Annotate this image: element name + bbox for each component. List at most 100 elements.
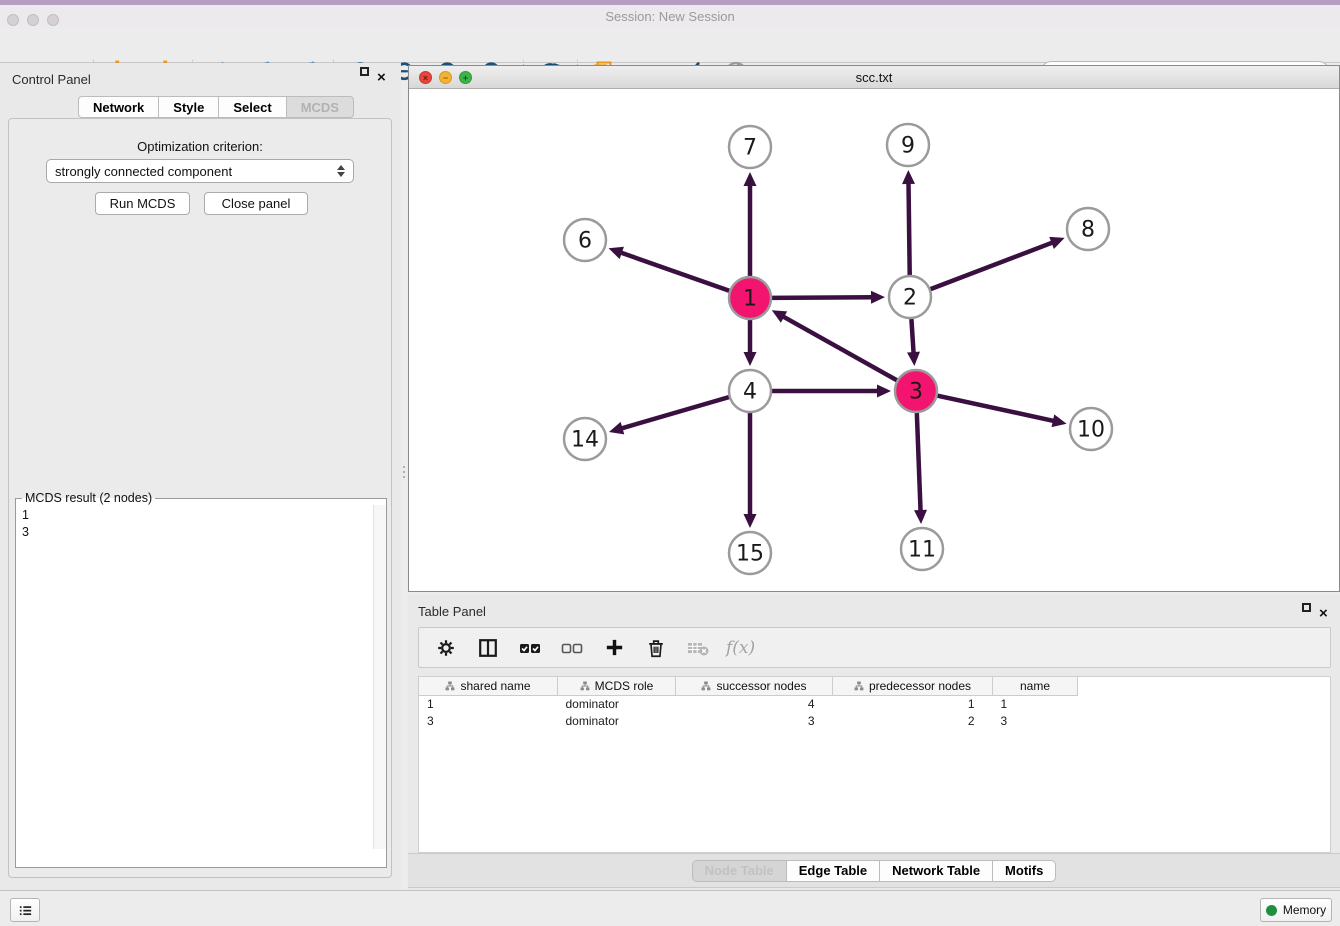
table-header-row: shared name MCDS role successor nodes pr… [419, 677, 1331, 696]
column-header-mcds-role[interactable]: MCDS role [558, 677, 676, 696]
status-bar: Memory [0, 890, 1340, 926]
graph-edge[interactable] [620, 252, 729, 290]
graph-node-label: 11 [908, 537, 936, 562]
tab-edge-table[interactable]: Edge Table [786, 860, 879, 882]
control-panel: Control Panel × Network Style Select MCD… [0, 63, 401, 890]
graph-edge-arrowhead [877, 385, 891, 398]
dropdown-stepper-icon [337, 165, 345, 177]
tab-node-table[interactable]: Node Table [692, 860, 786, 882]
column-header-successor-nodes[interactable]: successor nodes [676, 677, 833, 696]
namespace-icon [445, 681, 455, 691]
unchecked-boxes-icon [560, 636, 584, 660]
graph-node-label: 14 [571, 427, 599, 452]
cell-mcds-role[interactable]: dominator [558, 713, 676, 730]
panel-divider-grip[interactable] [401, 460, 407, 484]
application-window: Session: New Session [0, 0, 1340, 926]
result-scrollbar[interactable] [373, 505, 386, 849]
graph-edge[interactable] [782, 316, 897, 380]
gear-icon [435, 637, 457, 659]
network-view-window: × − + scc.txt 7968124314101511 [408, 65, 1340, 592]
cell-name[interactable]: 1 [993, 696, 1078, 713]
cell-name[interactable]: 3 [993, 713, 1078, 730]
mcds-result-list: 1 3 [16, 505, 373, 849]
mcds-tab-content: Optimization criterion: strongly connect… [8, 118, 392, 878]
delete-columns-button[interactable] [642, 634, 670, 662]
column-header-predecessor-nodes[interactable]: predecessor nodes [833, 677, 993, 696]
window-titlebar: Session: New Session [0, 5, 1340, 28]
network-graph[interactable]: 7968124314101511 [409, 89, 1339, 591]
close-panel-button[interactable]: Close panel [204, 192, 308, 215]
window-title: Session: New Session [0, 9, 1340, 24]
table-panel: Table Panel × [408, 595, 1340, 890]
cell-shared-name[interactable]: 3 [419, 713, 558, 730]
table-settings-button[interactable] [432, 634, 460, 662]
control-panel-tabs: Network Style Select MCDS [78, 96, 354, 118]
checked-boxes-icon [518, 636, 542, 660]
graph-edge[interactable] [937, 396, 1054, 421]
tab-style[interactable]: Style [158, 96, 218, 118]
graph-edge[interactable] [908, 182, 909, 275]
graph-node-label: 6 [578, 228, 592, 253]
show-panels-button[interactable] [10, 898, 40, 922]
tab-network[interactable]: Network [78, 96, 158, 118]
table-tabs: Node Table Edge Table Network Table Moti… [408, 853, 1340, 888]
delete-table-button[interactable] [684, 634, 712, 662]
graph-edge[interactable] [931, 242, 1054, 289]
memory-button[interactable]: Memory [1260, 898, 1332, 922]
create-new-column-button[interactable] [600, 634, 628, 662]
graph-node-label: 4 [743, 379, 757, 404]
cell-mcds-role[interactable]: dominator [558, 696, 676, 713]
graph-edge-arrowhead [902, 170, 915, 184]
float-panel-icon[interactable] [360, 67, 369, 76]
close-panel-icon[interactable]: × [377, 70, 386, 86]
graph-edge-arrowhead [914, 510, 927, 524]
close-panel-icon[interactable]: × [1319, 606, 1328, 622]
select-all-columns-button[interactable] [516, 634, 544, 662]
tab-mcds[interactable]: MCDS [286, 96, 354, 118]
graph-node-label: 1 [743, 286, 757, 311]
run-mcds-button[interactable]: Run MCDS [95, 192, 190, 215]
graph-edge[interactable] [917, 413, 921, 512]
table-row: 1 dominator 4 1 1 [419, 696, 1331, 713]
graph-edge[interactable] [772, 297, 873, 298]
float-panel-icon[interactable] [1302, 603, 1311, 612]
toggle-column-view-button[interactable] [474, 634, 502, 662]
control-panel-header: Control Panel × [0, 63, 401, 95]
function-builder-button[interactable]: f(x) [726, 638, 755, 658]
table-panel-title: Table Panel [418, 604, 486, 619]
graph-edge-arrowhead [871, 291, 885, 304]
columns-icon [477, 637, 499, 659]
memory-label: Memory [1283, 903, 1326, 917]
mcds-result-box: MCDS result (2 nodes) 1 3 [15, 491, 387, 868]
main-toolbar [0, 28, 1340, 63]
mcds-result-node: 3 [22, 524, 367, 541]
graph-edge[interactable] [621, 397, 729, 429]
graph-edge[interactable] [911, 319, 913, 354]
tab-select[interactable]: Select [218, 96, 285, 118]
trash-icon [645, 637, 667, 659]
cell-shared-name[interactable]: 1 [419, 696, 558, 713]
namespace-icon [580, 681, 590, 691]
graph-edge-arrowhead [744, 514, 757, 528]
tab-network-table[interactable]: Network Table [879, 860, 992, 882]
graph-node-label: 15 [736, 541, 764, 566]
graph-edge-arrowhead [609, 247, 624, 259]
table-toolbar: f(x) [418, 627, 1331, 668]
column-header-shared-name[interactable]: shared name [419, 677, 558, 696]
tab-motifs[interactable]: Motifs [992, 860, 1056, 882]
graph-edge-arrowhead [744, 352, 757, 366]
graph-edge-arrowhead [907, 352, 920, 366]
column-header-name[interactable]: name [993, 677, 1078, 696]
graph-edge-arrowhead [1052, 414, 1067, 427]
cell-successor-nodes[interactable]: 4 [676, 696, 833, 713]
cell-predecessor-nodes[interactable]: 2 [833, 713, 993, 730]
graph-node-label: 8 [1081, 217, 1095, 242]
mcds-result-title: MCDS result (2 nodes) [22, 491, 155, 505]
cell-predecessor-nodes[interactable]: 1 [833, 696, 993, 713]
optimization-criterion-select[interactable]: strongly connected component [46, 159, 354, 183]
namespace-icon [701, 681, 711, 691]
unselect-all-columns-button[interactable] [558, 634, 586, 662]
cell-successor-nodes[interactable]: 3 [676, 713, 833, 730]
optimization-criterion-label: Optimization criterion: [9, 139, 391, 154]
selected-criterion: strongly connected component [55, 164, 337, 179]
